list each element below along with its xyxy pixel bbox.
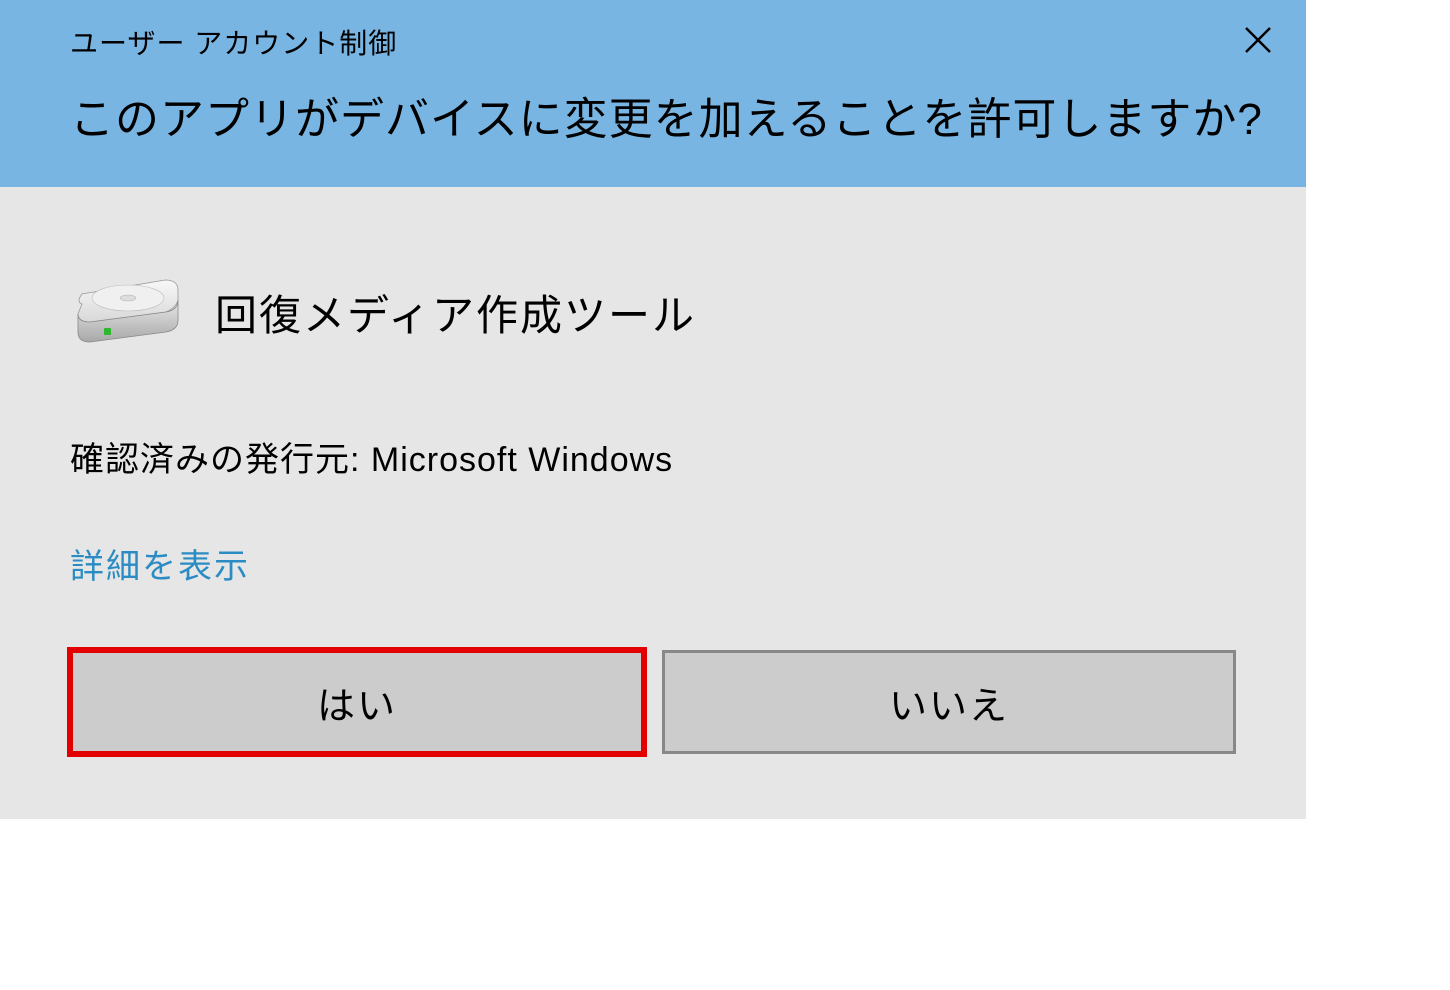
publisher-info: 確認済みの発行元: Microsoft Windows [70,432,1236,481]
yes-button[interactable]: はい [70,650,644,754]
close-icon [1244,24,1272,60]
dialog-body: 回復メディア作成ツール 確認済みの発行元: Microsoft Windows … [0,187,1306,819]
uac-dialog: ユーザー アカウント制御 このアプリがデバイスに変更を加えることを許可しますか? [0,0,1306,819]
close-button[interactable] [1238,22,1278,62]
button-row: はい いいえ [70,650,1236,754]
show-details-link[interactable]: 詳細を表示 [70,539,250,588]
dialog-header: ユーザー アカウント制御 このアプリがデバイスに変更を加えることを許可しますか? [0,0,1306,187]
no-button-label: いいえ [889,675,1009,730]
app-info-row: 回復メディア作成ツール [70,272,1236,352]
dialog-title: ユーザー アカウント制御 [70,22,1276,62]
no-button[interactable]: いいえ [662,650,1236,754]
drive-icon [70,272,185,352]
app-name: 回復メディア作成ツール [215,282,696,343]
yes-button-label: はい [317,675,397,730]
dialog-question: このアプリがデバイスに変更を加えることを許可しますか? [70,90,1276,149]
